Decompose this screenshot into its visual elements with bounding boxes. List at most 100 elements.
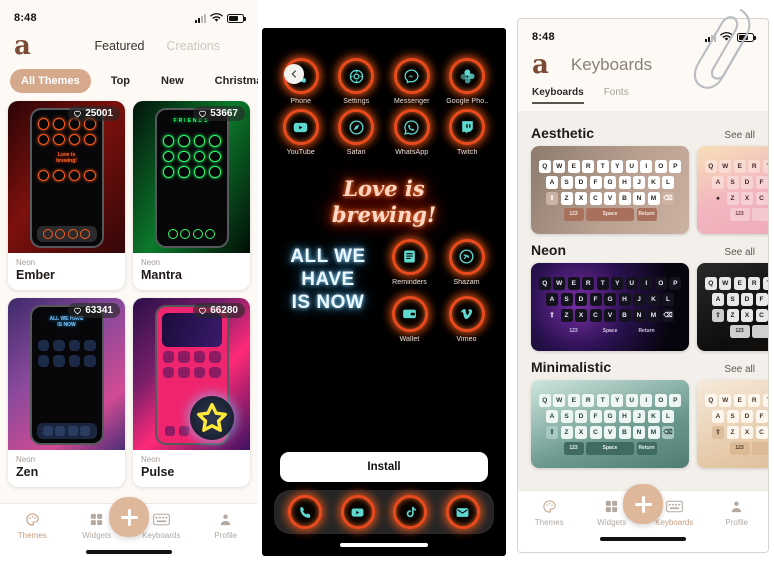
theme-thumbnail: 66280 xyxy=(133,298,250,450)
app-header: a Featured Creations xyxy=(0,28,258,66)
status-indicators xyxy=(195,13,246,23)
screenshot-root: 8:48 a Featured Creations All Themes Top xyxy=(0,0,774,565)
theme-detail-screen: Phone Settings Messenger Google Pho.. Yo… xyxy=(262,28,506,556)
secondary-app-grid: Reminders Shazam Wallet Vimeo xyxy=(382,238,494,343)
app-icon-wallet[interactable]: Wallet xyxy=(382,295,437,343)
theme-thumbnail: 63341 ALL WE HAVE IS NOW xyxy=(8,298,125,450)
status-indicators xyxy=(705,32,756,42)
home-indicator xyxy=(86,550,172,554)
app-icon-vimeo[interactable]: Vimeo xyxy=(439,295,494,343)
app-icon-youtube[interactable]: YouTube xyxy=(274,109,328,156)
app-icon-google-photos[interactable]: Google Pho.. xyxy=(441,58,495,105)
see-all-link[interactable]: See all xyxy=(724,247,755,258)
theme-name: Zen xyxy=(16,465,39,479)
tab-creations[interactable]: Creations xyxy=(167,39,221,53)
app-label: Shazam xyxy=(453,278,480,286)
segmented-tabs: Keyboards Fonts xyxy=(518,85,768,104)
see-all-link[interactable]: See all xyxy=(724,364,755,375)
page-title: Keyboards xyxy=(570,55,653,74)
wifi-icon xyxy=(720,32,733,41)
theme-card[interactable]: 66280 Neon Pulse xyxy=(133,298,250,487)
chip-top[interactable]: Top xyxy=(100,69,141,93)
tab-featured[interactable]: Featured xyxy=(94,39,144,53)
theme-preview-phone: Love is brewing! xyxy=(29,108,104,248)
theme-category: Neon xyxy=(141,455,161,464)
chip-christmas[interactable]: Christmas xyxy=(204,69,258,93)
app-icon-phone[interactable]: Phone xyxy=(274,58,328,105)
header-tabs: Featured Creations xyxy=(94,39,220,53)
app-icon-settings[interactable]: Settings xyxy=(330,58,384,105)
keyboard-card[interactable]: QWERTYUIOP ASDFGHJKL ♠ZXCVBNM⌫ 123SpaceR… xyxy=(697,146,768,234)
theme-card[interactable]: 63341 ALL WE HAVE IS NOW Neon Zen xyxy=(8,298,125,487)
app-icon-whatsapp[interactable]: WhatsApp xyxy=(385,109,439,156)
keyboard-row: QWERTYUIOP ASDFGHJKL ⇧ Z X C V B N M ⌫ 123 Space R… xyxy=(518,380,768,468)
section-header-aesthetic: Aesthetic See all xyxy=(518,117,768,146)
keyboard-card[interactable]: QWERTYUIOP ASDFGHJKL ⇧ZXCVBNM⌫ 123SpaceR… xyxy=(531,263,689,351)
tab-fonts[interactable]: Fonts xyxy=(604,87,629,104)
like-badge: 25001 xyxy=(68,106,120,121)
blue-neon-quote: ALL WE HAVE IS NOW xyxy=(290,245,366,313)
add-button[interactable] xyxy=(109,497,149,537)
dock-youtube-icon[interactable] xyxy=(340,495,375,529)
app-icon-twitch[interactable]: Twitch xyxy=(441,109,495,156)
dock-phone-icon[interactable] xyxy=(288,495,323,529)
theme-card-meta: Neon Ember xyxy=(8,253,125,290)
keyboard-sections[interactable]: Aesthetic See all QWERTYUIOP ASDFGHJKL ⇧… xyxy=(518,111,768,496)
app-label: WhatsApp xyxy=(395,149,429,156)
palette-icon xyxy=(518,498,581,515)
keyboard-card[interactable]: QWERTYUIOP ASDFGHJKL ⇧ZXCVBNM⌫ 123SpaceR… xyxy=(697,263,768,351)
keyboard-card[interactable]: QWERTYUIOP ASDFGHJKL ⇧ZXCVBNM⌫ 123SpaceR… xyxy=(531,146,689,234)
theme-card[interactable]: 53667 FRIENDS Neon Mantra xyxy=(133,101,250,290)
keyboards-screen: 8:48 a Keyboards Keyboards Fonts Aesthet… xyxy=(517,18,769,553)
wallet-icon xyxy=(391,295,428,332)
nav-item-themes[interactable]: Themes xyxy=(0,511,65,540)
dock-tiktok-icon[interactable] xyxy=(393,495,428,529)
keyboard-card[interactable]: QWERTYUIOP ASDFGHJKL ⇧ZXCVBNM⌫ 123SpaceR… xyxy=(531,380,689,468)
add-button[interactable] xyxy=(623,484,663,524)
nav-item-themes[interactable]: Themes xyxy=(518,498,581,527)
neon-quote: Love is brewing! xyxy=(262,176,506,229)
nav-label-profile: Profile xyxy=(214,531,238,540)
dock-mail-icon[interactable] xyxy=(445,495,480,529)
keyboard-card[interactable]: QWERTYUIOP ASDFGHJKL ⇧ZXCVBNM⌫ 123SpaceR… xyxy=(697,380,768,468)
home-indicator xyxy=(340,543,428,547)
nav-item-profile[interactable]: Profile xyxy=(706,498,769,527)
app-label: Phone xyxy=(290,98,312,105)
app-icon-grid: Phone Settings Messenger Google Pho.. Yo… xyxy=(262,28,506,160)
like-badge: 66280 xyxy=(193,303,245,318)
chip-new[interactable]: New xyxy=(150,69,195,93)
tab-keyboards[interactable]: Keyboards xyxy=(532,87,584,104)
settings-icon xyxy=(338,58,375,94)
heart-icon xyxy=(74,307,82,315)
safari-icon xyxy=(338,109,375,145)
nav-item-profile[interactable]: Profile xyxy=(194,511,259,540)
heart-icon xyxy=(74,110,82,118)
app-icon-shazam[interactable]: Shazam xyxy=(439,238,494,286)
app-icon-messenger[interactable]: Messenger xyxy=(385,58,439,105)
messenger-icon xyxy=(393,58,430,94)
theme-card[interactable]: 25001 Love is brewing! Neon Ember xyxy=(8,101,125,290)
app-logo: a xyxy=(532,50,549,80)
app-label: Google Pho.. xyxy=(446,98,489,105)
like-badge: 53667 xyxy=(193,106,245,121)
app-icon-safari[interactable]: Safari xyxy=(330,109,384,156)
twitch-icon xyxy=(449,109,486,145)
app-header: a Keyboards xyxy=(518,47,768,85)
app-icon-reminders[interactable]: Reminders xyxy=(382,238,437,286)
theme-card-meta: Neon Mantra xyxy=(133,253,250,290)
theme-name: Pulse xyxy=(141,465,175,479)
star-icon xyxy=(196,402,228,432)
chip-all-themes[interactable]: All Themes xyxy=(10,69,91,93)
nav-label-themes: Themes xyxy=(17,531,47,540)
neon-quote-line1: Love is xyxy=(343,176,425,201)
star-badge[interactable] xyxy=(190,396,234,440)
mid-section: ALL WE HAVE IS NOW Reminders Shazam Wallet… xyxy=(262,235,506,343)
back-button[interactable] xyxy=(284,64,304,84)
battery-icon xyxy=(737,32,756,42)
app-label: Twitch xyxy=(457,149,478,156)
see-all-link[interactable]: See all xyxy=(724,130,755,141)
status-bar: 8:48 xyxy=(0,0,258,28)
install-button[interactable]: Install xyxy=(280,452,488,482)
app-label: Wallet xyxy=(399,335,420,343)
status-time: 8:48 xyxy=(14,12,37,24)
